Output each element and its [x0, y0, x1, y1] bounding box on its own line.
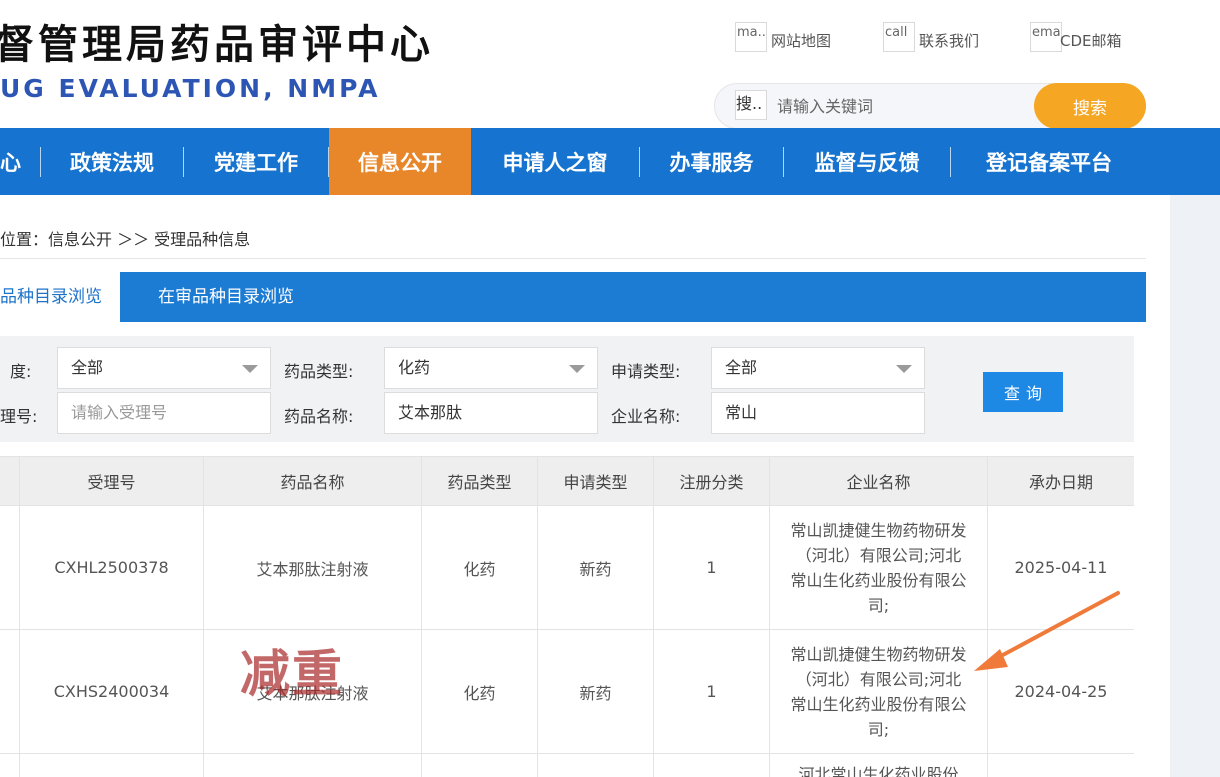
- chevron-down-icon: [896, 365, 912, 373]
- nav-item-services[interactable]: 办事服务: [640, 128, 783, 195]
- row-index-cell: [0, 630, 20, 753]
- row-index-cell: [0, 506, 20, 629]
- company-cell: 常山凯捷健生物药物研发（河北）有限公司;河北常山生化药业股份有限公司;: [770, 506, 988, 629]
- tab-in-review-catalog[interactable]: 在审品种目录浏览: [158, 272, 294, 322]
- row-index-cell: [0, 754, 20, 777]
- drug-type-select-value: 化药: [398, 358, 431, 377]
- annotation-stamp: 减重: [240, 645, 344, 703]
- main-nav: 心 政策法规 党建工作 信息公开 申请人之窗 办事服务 监督与反馈 登记备案平台: [0, 128, 1220, 195]
- header-date: 承办日期: [1028, 473, 1093, 492]
- apply-type-cell: 新药: [538, 506, 654, 629]
- sitemap-label: 网站地图: [771, 32, 832, 50]
- accept-no-cell: [20, 754, 204, 777]
- reg-class-cell: [654, 754, 770, 777]
- chevron-down-icon: [242, 365, 258, 373]
- contact-label: 联系我们: [919, 32, 980, 50]
- header-apply-type: 申请类型: [538, 457, 654, 505]
- apply-type-select[interactable]: 全部: [711, 347, 925, 389]
- email-label: CDE邮箱: [1060, 32, 1122, 50]
- company-label: 企业名称:: [611, 407, 681, 426]
- breadcrumb: 位置：信息公开 ＞＞ 受理品种信息: [0, 230, 251, 249]
- year-label: 度:: [10, 362, 32, 381]
- site-title-en: UG EVALUATION, NMPA: [0, 74, 381, 103]
- year-select[interactable]: 全部: [57, 347, 271, 389]
- table-header: 受理号 药品名称 药品类型 申请类型 注册分类 企业名称 承办日期: [0, 456, 1134, 506]
- nav-item-applicant[interactable]: 申请人之窗: [471, 128, 639, 195]
- header-drug-name: 药品名称: [204, 457, 422, 505]
- drug-type-select[interactable]: 化药: [384, 347, 598, 389]
- reg-class-cell: 1: [654, 506, 770, 629]
- site-header: 督管理局药品审评中心 UG EVALUATION, NMPA ma.. 网站地图…: [0, 0, 1220, 129]
- accept-no-field[interactable]: 请输入受理号: [57, 392, 271, 434]
- drug-type-cell: 化药: [422, 506, 538, 629]
- tab-bar: 品种目录浏览 在审品种目录浏览: [0, 272, 1146, 322]
- sitemap-icon: ma..: [735, 22, 767, 52]
- year-select-value: 全部: [71, 358, 104, 377]
- header-accept-no: 受理号: [20, 457, 204, 505]
- drug-name-cell: 艾本那肽注射液: [204, 506, 422, 629]
- search-icon: 搜..: [735, 90, 767, 120]
- search-input[interactable]: [777, 91, 1077, 121]
- drug-type-label: 药品类型:: [284, 362, 354, 381]
- company-field[interactable]: 常山: [711, 392, 925, 434]
- sitemap-link[interactable]: ma.. 网站地图: [735, 22, 831, 52]
- contact-link[interactable]: call 联系我们: [883, 22, 979, 52]
- table-row[interactable]: 河北常山生化药业股份: [0, 754, 1134, 777]
- accept-no-label: 理号:: [0, 407, 38, 426]
- annotation-arrow-icon: [974, 591, 1120, 671]
- email-icon: ema..: [1030, 22, 1062, 52]
- drug-name-field[interactable]: 艾本那肽: [384, 392, 598, 434]
- apply-type-select-value: 全部: [725, 358, 758, 377]
- apply-type-cell: 新药: [538, 630, 654, 753]
- divider: [0, 258, 1146, 259]
- drug-type-cell: 化药: [422, 630, 538, 753]
- company-cell: 常山凯捷健生物药物研发（河北）有限公司;河北常山生化药业股份有限公司;: [770, 630, 988, 753]
- call-icon: call: [883, 22, 915, 52]
- apply-type-label: 申请类型:: [611, 362, 681, 381]
- header-reg-class: 注册分类: [654, 457, 770, 505]
- query-button[interactable]: 查询: [983, 372, 1063, 412]
- accept-no-cell: CXHL2500378: [20, 506, 204, 629]
- site-title-cn: 督管理局药品审评中心: [0, 22, 434, 68]
- apply-type-cell: [538, 754, 654, 777]
- header-cell-index: [0, 457, 20, 505]
- nav-item-registration[interactable]: 登记备案平台: [951, 128, 1147, 195]
- email-link[interactable]: ema.. CDE邮箱: [1030, 22, 1122, 52]
- accept-no-cell: CXHS2400034: [20, 630, 204, 753]
- tab-catalog[interactable]: 品种目录浏览: [0, 272, 120, 322]
- page-gutter: [1170, 195, 1220, 777]
- chevron-down-icon: [569, 365, 585, 373]
- nav-item-policy[interactable]: 政策法规: [41, 128, 183, 195]
- drug-name-cell: [204, 754, 422, 777]
- date-cell: [988, 754, 1134, 777]
- company-cell: 河北常山生化药业股份: [770, 754, 988, 777]
- nav-item-info-public[interactable]: 信息公开: [329, 128, 471, 195]
- search-bar: 搜.. 搜索: [714, 83, 1146, 129]
- reg-class-cell: 1: [654, 630, 770, 753]
- nav-item-supervision[interactable]: 监督与反馈: [784, 128, 950, 195]
- drug-name-label: 药品名称:: [284, 407, 354, 426]
- search-button[interactable]: 搜索: [1034, 83, 1146, 129]
- nav-item-home[interactable]: 心: [0, 128, 21, 195]
- nav-item-party[interactable]: 党建工作: [184, 128, 328, 195]
- header-drug-type: 药品类型: [422, 457, 538, 505]
- drug-type-cell: [422, 754, 538, 777]
- header-company: 企业名称: [770, 457, 988, 505]
